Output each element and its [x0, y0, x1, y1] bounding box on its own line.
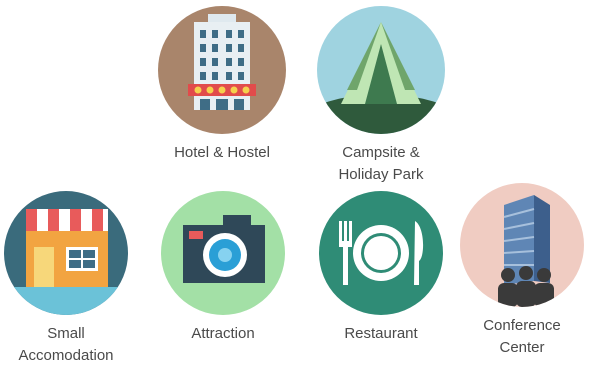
camera-icon [161, 191, 285, 315]
office-tower-icon [460, 183, 584, 307]
category-label: Small Accomodation [18, 325, 114, 364]
category-label: Restaurant [344, 325, 418, 342]
category-restaurant[interactable]: Restaurant [306, 191, 456, 345]
tent-icon [317, 6, 445, 134]
category-label: Campsite & Holiday Park [338, 144, 424, 183]
shop-icon [4, 191, 128, 315]
category-campsite-holiday-park[interactable]: Campsite & Holiday Park [306, 6, 456, 186]
category-hotel-hostel[interactable]: Hotel & Hostel [147, 6, 297, 164]
category-label: Conference Center [483, 317, 561, 356]
hotel-building-icon [158, 6, 286, 134]
category-conference-center[interactable]: Conference Center [455, 183, 589, 359]
category-label: Hotel & Hostel [174, 144, 270, 161]
category-small-accomodation[interactable]: Small Accomodation [0, 191, 132, 367]
category-attraction[interactable]: Attraction [148, 191, 298, 345]
category-label: Attraction [191, 325, 255, 342]
plate-cutlery-icon [319, 191, 443, 315]
